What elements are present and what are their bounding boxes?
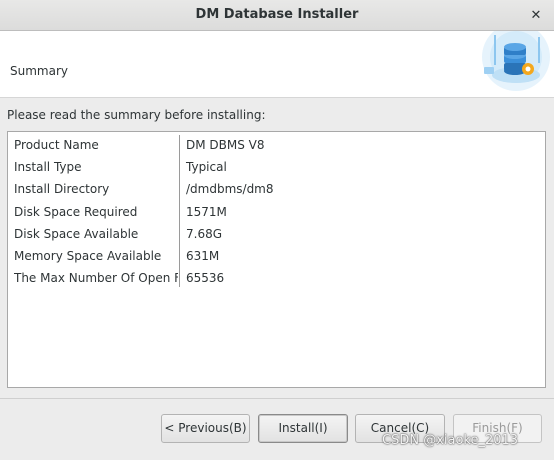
summary-key: Memory Space Available: [14, 248, 162, 263]
summary-key: Install Directory: [14, 182, 110, 197]
summary-value: 7.68G: [186, 226, 223, 241]
summary-value: DM DBMS V8: [186, 138, 265, 152]
summary-value: Typical: [186, 160, 227, 175]
summary-key: Product Name: [14, 138, 99, 152]
table-row: Install Directory /dmdbms/dm8: [8, 179, 545, 201]
title-bar: DM Database Installer ✕: [0, 0, 554, 31]
footer-separator: [0, 398, 554, 399]
summary-table: Product Name DM DBMS V8 Install Type Typ…: [8, 135, 545, 290]
summary-key: Disk Space Available: [14, 226, 139, 241]
install-button[interactable]: Install(I): [258, 414, 348, 443]
watermark: CSDN @xiaoke_2013: [382, 433, 519, 448]
previous-button[interactable]: < Previous(B): [161, 414, 250, 443]
column-divider[interactable]: [179, 135, 180, 287]
table-row: Disk Space Required 1571M: [8, 202, 545, 224]
summary-key: The Max Number Of Open File: [14, 271, 178, 286]
table-row: The Max Number Of Open File 65536: [8, 268, 545, 290]
table-row: Memory Space Available 631M: [8, 246, 545, 268]
table-row: Install Type Typical: [8, 157, 545, 179]
window-title: DM Database Installer: [195, 7, 359, 22]
summary-key: Install Type: [14, 160, 82, 175]
summary-value: /dmdbms/dm8: [186, 182, 274, 197]
close-button[interactable]: ✕: [526, 6, 546, 26]
summary-table-panel[interactable]: Product Name DM DBMS V8 Install Type Typ…: [7, 131, 546, 388]
summary-value: 1571M: [186, 204, 227, 219]
summary-value: 631M: [186, 248, 220, 263]
instructions-text: Please read the summary before installin…: [7, 108, 266, 122]
table-row: Disk Space Available 7.68G: [8, 224, 545, 246]
database-server-icon: [464, 31, 554, 91]
summary-value: 65536: [186, 271, 225, 286]
summary-key: Disk Space Required: [14, 204, 138, 219]
table-row: Product Name DM DBMS V8: [8, 135, 545, 157]
wizard-header: Summary: [0, 31, 554, 98]
page-title: Summary: [10, 64, 68, 78]
close-icon: ✕: [530, 8, 542, 23]
